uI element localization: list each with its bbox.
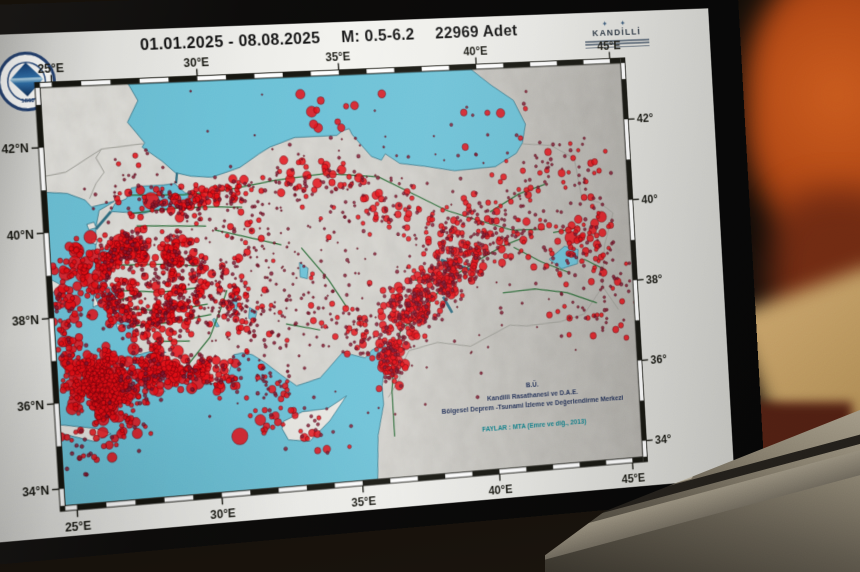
svg-text:40°N: 40°N xyxy=(641,192,666,206)
map-body: B.Ü.Kandilli Rasathanesi ve D.A.E.Bölges… xyxy=(40,67,643,506)
svg-text:45°E: 45°E xyxy=(621,471,645,486)
background-orange-chair xyxy=(745,0,860,260)
svg-text:38°N: 38°N xyxy=(11,313,39,329)
svg-text:42°N: 42°N xyxy=(637,111,662,125)
svg-text:25°E: 25°E xyxy=(65,518,92,534)
event-count-label: 22969 Adet xyxy=(434,21,518,43)
background-chair-shadow xyxy=(770,190,860,360)
svg-text:42°N: 42°N xyxy=(1,142,29,157)
svg-text:25°E: 25°E xyxy=(37,61,64,76)
svg-text:38°N: 38°N xyxy=(646,272,671,287)
svg-text:40°E: 40°E xyxy=(488,482,513,497)
magnitude-range-label: M: 0.5-6.2 xyxy=(340,25,415,47)
svg-text:B.Ü.: B.Ü. xyxy=(526,380,539,389)
svg-text:40°E: 40°E xyxy=(463,44,488,58)
svg-text:36°N: 36°N xyxy=(650,352,674,367)
svg-text:34°N: 34°N xyxy=(655,432,674,447)
photo-of-laptop: 01.01.2025 - 08.08.2025 M: 0.5-6.2 22969… xyxy=(0,0,860,572)
svg-text:30°E: 30°E xyxy=(210,506,236,522)
svg-text:35°E: 35°E xyxy=(325,49,351,64)
laptop: 01.01.2025 - 08.08.2025 M: 0.5-6.2 22969… xyxy=(0,0,766,566)
svg-text:36°N: 36°N xyxy=(17,398,45,414)
laptop-screen: 01.01.2025 - 08.08.2025 M: 0.5-6.2 22969… xyxy=(0,8,735,543)
svg-text:34°N: 34°N xyxy=(22,483,50,499)
svg-text:45°E: 45°E xyxy=(597,38,621,52)
earthquake-map: B.Ü.Kandilli Rasathanesi ve D.A.E.Bölges… xyxy=(1,38,674,534)
svg-text:40°N: 40°N xyxy=(6,227,34,243)
svg-text:30°E: 30°E xyxy=(183,55,209,70)
svg-text:35°E: 35°E xyxy=(351,494,377,510)
